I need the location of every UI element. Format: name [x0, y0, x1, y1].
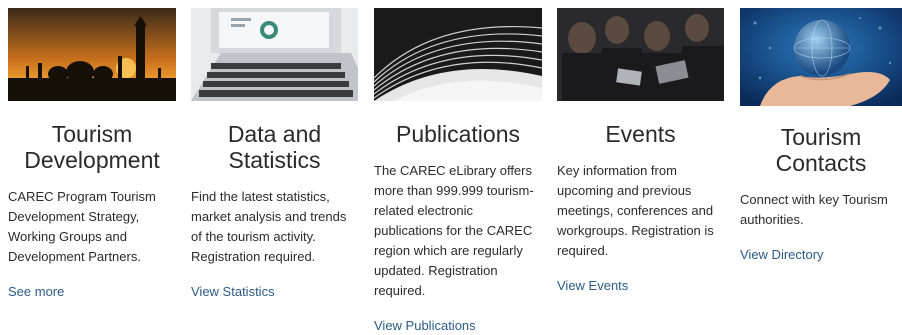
card-events: Events Key information from upcoming and…: [557, 8, 724, 295]
laptop-charts-image[interactable]: [191, 8, 358, 101]
mosque-sunset-image[interactable]: [8, 8, 176, 101]
globe-in-hand-image[interactable]: [740, 8, 902, 106]
card-title: Events: [605, 121, 676, 147]
card-description: Connect with key Tourism authorities.: [740, 192, 888, 227]
card-description: Find the latest statistics, market analy…: [191, 189, 347, 264]
see-more-link[interactable]: See more: [8, 283, 64, 301]
conference-audience-image[interactable]: [557, 8, 724, 101]
card-title: Publications: [395, 121, 521, 147]
card-description: The CAREC eLibrary offers more than 999.…: [374, 163, 534, 298]
view-events-link[interactable]: View Events: [557, 277, 628, 295]
book-pages-image[interactable]: [374, 8, 542, 101]
card-title: Tourism Development: [24, 121, 160, 173]
card-data-statistics: Data and Statistics Find the latest stat…: [191, 8, 358, 301]
view-directory-link[interactable]: View Directory: [740, 246, 824, 264]
card-title: Data and Statistics: [227, 121, 322, 173]
view-statistics-link[interactable]: View Statistics: [191, 283, 275, 301]
card-description: CAREC Program Tourism Development Strate…: [8, 189, 156, 264]
card-tourism-contacts: Tourism Contacts Connect with key Touris…: [740, 8, 902, 264]
card-description: Key information from upcoming and previo…: [557, 163, 714, 258]
card-publications: Publications The CAREC eLibrary offers m…: [374, 8, 542, 335]
card-title: Tourism Contacts: [775, 124, 867, 176]
view-publications-link[interactable]: View Publications: [374, 317, 476, 335]
card-tourism-development: Tourism Development CAREC Program Touris…: [8, 8, 176, 301]
